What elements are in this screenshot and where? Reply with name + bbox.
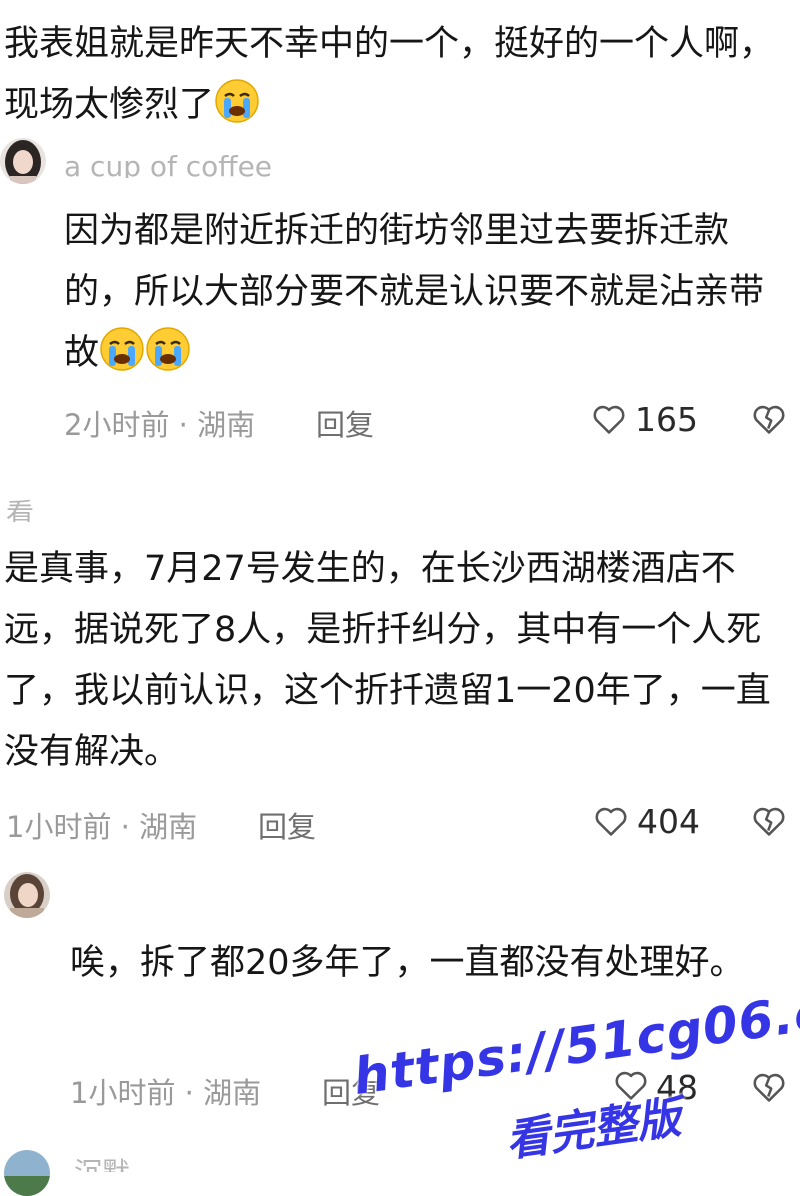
watermark-caption: 看完整版 <box>502 1092 685 1168</box>
broken-heart-icon <box>753 1073 785 1102</box>
dislike-button[interactable] <box>750 802 788 840</box>
comment-body: 是真事，7月27号发生的，在长沙西湖楼酒店不远，据说死了8人，是折扦纠分，其中有… <box>4 549 771 772</box>
avatar[interactable] <box>4 872 50 918</box>
like-count: 165 <box>635 400 698 439</box>
reply-button[interactable]: 回复 <box>316 402 374 444</box>
like-button[interactable] <box>590 400 628 438</box>
top-comment-body: 我表姐就是昨天不幸中的一个，挺好的一个人啊，现场太惨烈了 <box>4 24 775 125</box>
top-comment-text: 我表姐就是昨天不幸中的一个，挺好的一个人啊，现场太惨烈了 <box>4 14 784 136</box>
avatar[interactable] <box>4 1150 50 1196</box>
heart-icon <box>595 807 627 836</box>
crying-face-icon <box>214 78 260 124</box>
heart-icon <box>593 405 625 434</box>
watermark-url: https://51cg06.cc <box>349 978 800 1106</box>
comment-time-location: 1小时前 · 湖南 <box>6 810 198 844</box>
comment-time-location: 2小时前 · 湖南 <box>64 408 256 442</box>
comment-username[interactable]: 看 <box>6 492 156 522</box>
comment-username[interactable]: 沉默 <box>74 1156 224 1172</box>
avatar[interactable] <box>0 138 46 184</box>
comment-time-location: 1小时前 · 湖南 <box>70 1076 262 1110</box>
dislike-button[interactable] <box>750 400 788 438</box>
like-button[interactable] <box>592 802 630 840</box>
comment-text: 因为都是附近拆迁的街坊邻里过去要拆迁款的，所以大部分要不就是认识要不就是沾亲带故 <box>64 201 778 384</box>
crying-face-icon <box>99 326 145 372</box>
dislike-button[interactable] <box>750 1068 788 1106</box>
broken-heart-icon <box>753 405 785 434</box>
comment-username[interactable]: a cup of coffee <box>64 150 484 178</box>
like-count: 404 <box>637 802 700 841</box>
comment-body: 唉，拆了都20多年了，一直都没有处理好。 <box>70 943 745 983</box>
crying-face-icon <box>145 326 191 372</box>
comment-text: 是真事，7月27号发生的，在长沙西湖楼酒店不远，据说死了8人，是折扦纠分，其中有… <box>4 539 784 783</box>
comment-text: 唉，拆了都20多年了，一直都没有处理好。 <box>70 933 770 994</box>
reply-button[interactable]: 回复 <box>258 804 316 846</box>
broken-heart-icon <box>753 807 785 836</box>
comment-username[interactable] <box>70 880 270 908</box>
